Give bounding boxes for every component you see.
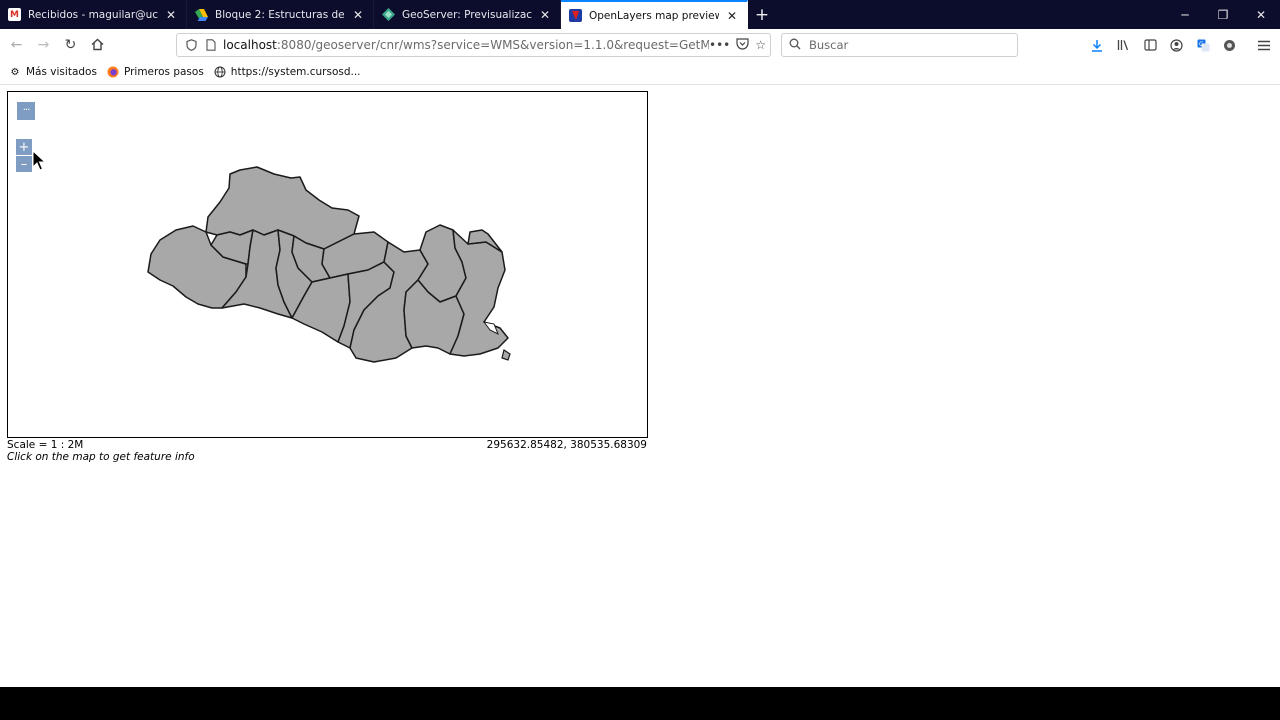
tab-gmail[interactable]: M Recibidos - maguilar@uca.edu ✕ — [0, 0, 187, 29]
url-path: :8080/geoserver/cnr/wms?service=WMS&vers… — [276, 38, 709, 52]
globe-icon — [214, 66, 226, 78]
tab-title: OpenLayers map preview — [589, 9, 719, 22]
page-actions-icon[interactable]: ••• — [709, 38, 730, 52]
tab-title: Bloque 2: Estructuras de datos — [215, 8, 345, 21]
gear-icon: ⚙ — [10, 66, 20, 78]
openlayers-icon — [569, 9, 582, 22]
bookmark-label: Primeros pasos — [123, 66, 204, 78]
tab-drive[interactable]: Bloque 2: Estructuras de datos ✕ — [187, 0, 374, 29]
library-icon[interactable] — [1111, 33, 1138, 57]
bookmark-label: https://system.cursosd... — [230, 66, 361, 78]
menu-icon[interactable] — [1251, 33, 1278, 57]
shield-icon[interactable] — [183, 37, 199, 53]
geoserver-icon — [382, 8, 395, 21]
firefox-icon — [107, 66, 119, 78]
island-outline — [501, 349, 511, 361]
tab-strip: M Recibidos - maguilar@uca.edu ✕ Bloque … — [0, 0, 1280, 29]
close-icon[interactable]: ✕ — [538, 8, 552, 22]
address-bar[interactable]: localhost :8080/geoserver/cnr/wms?servic… — [176, 33, 771, 57]
minimize-icon[interactable]: ─ — [1166, 0, 1204, 29]
bookmark-star-icon[interactable]: ☆ — [755, 38, 766, 52]
home-icon[interactable] — [84, 31, 111, 58]
new-tab-button[interactable]: + — [748, 0, 776, 29]
close-icon[interactable]: ✕ — [164, 8, 178, 22]
forward-icon[interactable]: → — [30, 31, 57, 58]
svg-text:G: G — [1199, 41, 1204, 48]
toolbar-buttons: G — [1084, 33, 1278, 57]
bookmark-getting-started[interactable]: Primeros pasos — [107, 66, 204, 78]
close-window-icon[interactable]: ✕ — [1242, 0, 1280, 29]
bookmarks-toolbar: ⚙ Más visitados Primeros pasos https://s… — [0, 60, 1280, 85]
reload-icon[interactable]: ↻ — [57, 31, 84, 58]
back-icon[interactable]: ← — [3, 31, 30, 58]
country-map[interactable] — [8, 92, 648, 438]
tab-title: Recibidos - maguilar@uca.edu — [28, 8, 158, 21]
account-icon[interactable] — [1164, 33, 1191, 57]
bookmark-label: Más visitados — [26, 66, 97, 78]
sidebar-icon[interactable] — [1137, 33, 1164, 57]
close-icon[interactable]: ✕ — [351, 8, 365, 22]
gmail-icon: M — [8, 8, 21, 21]
tab-geoserver[interactable]: GeoServer: Previsualización de ✕ — [374, 0, 561, 29]
window-controls: ─ ❐ ✕ — [1166, 0, 1280, 29]
search-input[interactable]: Buscar — [781, 33, 1018, 57]
page-info-icon[interactable] — [203, 37, 219, 53]
tab-openlayers[interactable]: OpenLayers map preview ✕ — [561, 0, 748, 29]
extension-icon[interactable] — [1217, 33, 1244, 57]
drive-icon — [195, 8, 208, 21]
search-placeholder: Buscar — [809, 38, 849, 52]
tab-title: GeoServer: Previsualización de — [402, 8, 532, 21]
os-taskbar — [0, 687, 1280, 720]
search-icon — [789, 38, 801, 53]
close-icon[interactable]: ✕ — [725, 9, 739, 23]
coordinate-readout: 295632.85482, 380535.68309 — [486, 439, 647, 451]
translate-extension-icon[interactable]: G — [1190, 33, 1217, 57]
restore-icon[interactable]: ❐ — [1204, 0, 1242, 29]
navigation-toolbar: ← → ↻ localhost :8080/geoserver/cnr/wms?… — [0, 29, 1280, 60]
mouse-cursor-icon — [32, 150, 46, 171]
url-host: localhost — [223, 38, 277, 52]
map-viewport[interactable]: ··· + – — [7, 91, 648, 438]
pocket-icon[interactable] — [736, 37, 749, 53]
bookmark-cursos[interactable]: https://system.cursosd... — [214, 66, 361, 78]
bookmark-most-visited[interactable]: ⚙ Más visitados — [9, 66, 97, 78]
scale-readout: Scale = 1 : 2M — [7, 439, 84, 451]
feature-info-hint: Click on the map to get feature info — [7, 451, 195, 463]
download-icon[interactable] — [1084, 33, 1111, 57]
